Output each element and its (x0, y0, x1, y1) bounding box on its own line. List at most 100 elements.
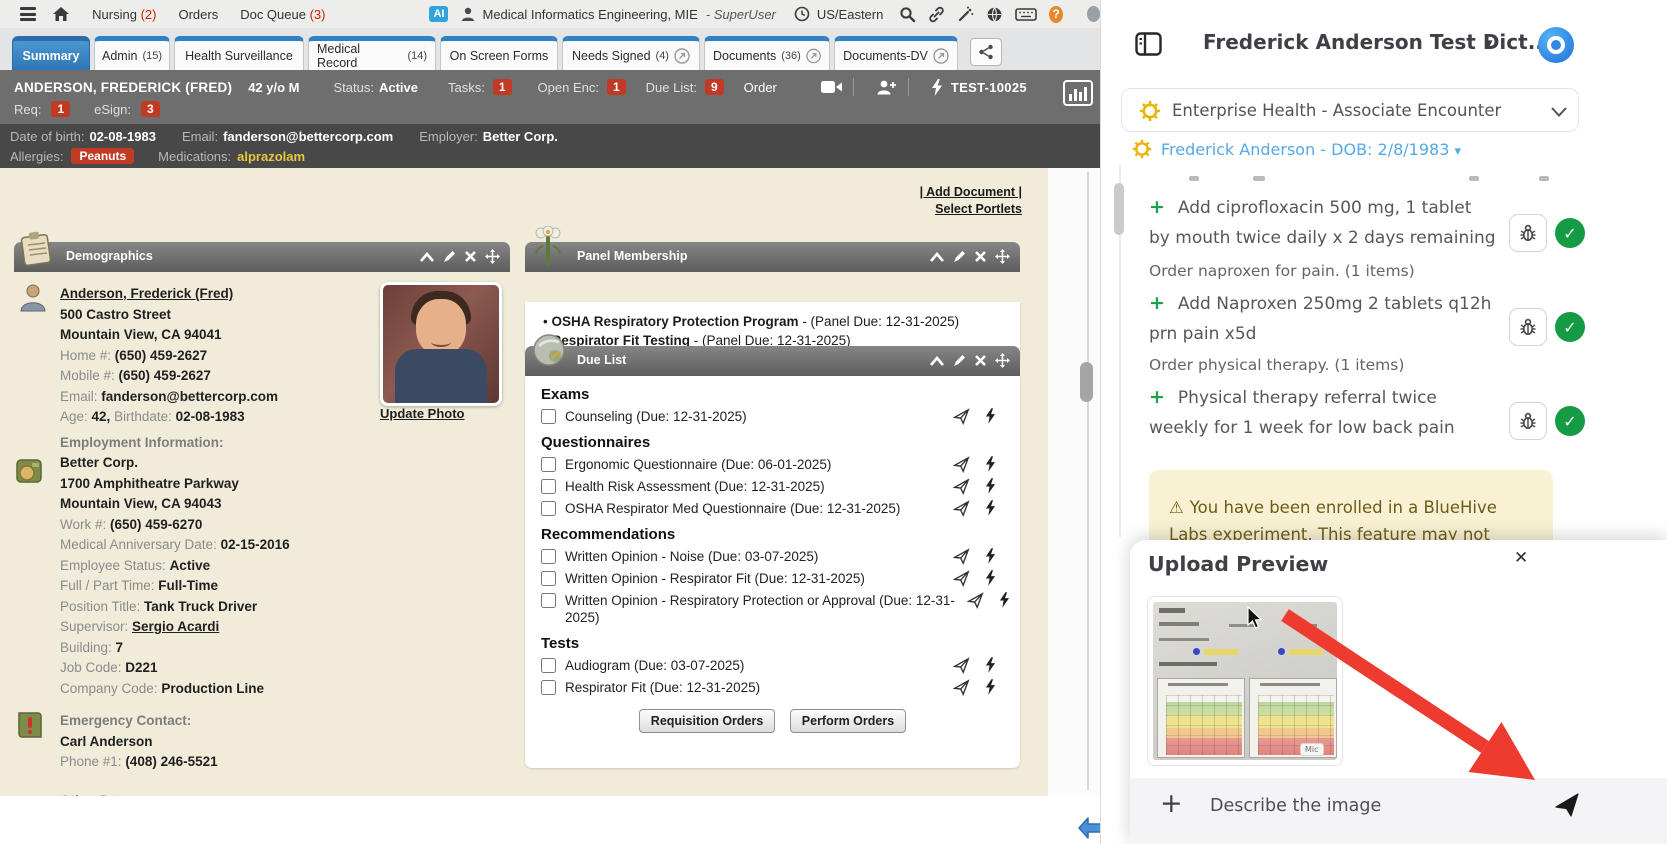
send-plane-icon[interactable] (953, 500, 970, 521)
upload-thumbnail[interactable]: Mic (1147, 596, 1343, 766)
bolt-icon[interactable] (985, 478, 996, 498)
panel-membership-header[interactable]: Panel Membership (525, 242, 1020, 272)
close-icon[interactable] (975, 251, 986, 262)
dictation-title[interactable]: Frederick Anderson Test Dict... (1203, 30, 1550, 54)
checkbox[interactable] (541, 571, 556, 586)
debug-order-button[interactable] (1509, 214, 1547, 252)
edit-pencil-icon[interactable] (953, 354, 966, 367)
add-person-icon[interactable] (876, 79, 898, 95)
home-icon[interactable] (52, 6, 70, 22)
due-list-label[interactable]: Due List: (646, 80, 697, 95)
close-icon[interactable]: ✕ (1514, 548, 1528, 568)
ehr-scrollbar-thumb[interactable] (1080, 362, 1093, 402)
medication-value[interactable]: alprazolam (237, 149, 305, 164)
move-icon[interactable] (485, 249, 500, 264)
external-link-icon[interactable] (933, 48, 949, 64)
req-badge[interactable]: 1 (51, 101, 70, 117)
add-order-icon[interactable]: + (1149, 196, 1165, 218)
perform-orders-button[interactable]: Perform Orders (790, 709, 906, 733)
ehr-scrollbar-track[interactable] (1087, 172, 1089, 790)
send-plane-icon[interactable] (953, 679, 970, 700)
collapse-icon[interactable] (930, 252, 944, 262)
send-plane-icon[interactable] (953, 570, 970, 591)
chevron-down-icon[interactable] (1550, 103, 1568, 122)
external-link-icon[interactable] (674, 48, 690, 64)
checkbox[interactable] (541, 680, 556, 695)
send-plane-icon[interactable] (967, 592, 984, 613)
link-icon[interactable] (928, 6, 945, 23)
esign-badge[interactable]: 3 (141, 101, 160, 117)
tab-documents[interactable]: Documents(36) (704, 36, 830, 70)
supervisor-link[interactable]: Sergio Acardi (132, 619, 219, 634)
send-plane-icon[interactable] (953, 456, 970, 477)
title-caret-icon[interactable]: ▾ (1485, 34, 1493, 52)
tab-summary[interactable]: Summary (12, 36, 90, 70)
clock-icon[interactable] (794, 6, 810, 22)
search-icon[interactable] (899, 6, 916, 23)
req-label[interactable]: Req: (14, 102, 41, 117)
due-list-header[interactable]: Due List (525, 346, 1020, 376)
checkbox[interactable] (541, 479, 556, 494)
bolt-icon[interactable] (985, 679, 996, 699)
edit-pencil-icon[interactable] (443, 250, 456, 263)
add-order-icon[interactable]: + (1149, 292, 1165, 314)
close-icon[interactable] (975, 355, 986, 366)
close-icon[interactable] (465, 251, 476, 262)
collapse-icon[interactable] (420, 252, 434, 262)
hamburger-menu-icon[interactable] (20, 7, 36, 21)
quick-action-bolt-icon[interactable] (931, 79, 943, 96)
bluehive-logo-icon[interactable] (1538, 27, 1574, 63)
tab-admin[interactable]: Admin(15) (94, 36, 170, 70)
open-enc-badge[interactable]: 1 (607, 79, 626, 95)
tab-health-surveillance[interactable]: Health Surveillance (174, 36, 304, 70)
order-link[interactable]: Order (744, 80, 777, 95)
checkbox[interactable] (541, 457, 556, 472)
edit-pencil-icon[interactable] (953, 250, 966, 263)
bolt-icon[interactable] (985, 456, 996, 476)
video-camera-icon[interactable] (821, 80, 843, 94)
bolt-icon[interactable] (985, 657, 996, 677)
checkbox[interactable] (541, 658, 556, 673)
demographics-header[interactable]: Demographics (14, 242, 510, 272)
send-plane-icon[interactable] (953, 408, 970, 429)
send-plane-icon[interactable] (953, 657, 970, 678)
collapse-icon[interactable] (930, 356, 944, 366)
send-button[interactable] (1554, 792, 1580, 822)
globe-icon[interactable] (986, 6, 1003, 23)
send-plane-icon[interactable] (953, 548, 970, 569)
checkbox[interactable] (541, 409, 556, 424)
tab-documents-dv[interactable]: Documents-DV (834, 36, 958, 70)
patient-name-link[interactable]: Anderson, Frederick (Fred) (60, 286, 233, 301)
checkbox[interactable] (541, 501, 556, 516)
tasks-badge[interactable]: 1 (493, 79, 512, 95)
keyboard-icon[interactable] (1015, 7, 1037, 22)
bolt-icon[interactable] (985, 548, 996, 568)
select-portlets-link[interactable]: Select Portlets (935, 202, 1022, 216)
esign-label[interactable]: eSign: (94, 102, 131, 117)
help-icon[interactable]: ? (1049, 6, 1063, 23)
tab-needs-signed[interactable]: Needs Signed(4) (562, 36, 700, 70)
chat-scrollbar-thumb[interactable] (1114, 183, 1124, 235)
requisition-orders-button[interactable]: Requisition Orders (639, 709, 776, 733)
menu-item-nursing[interactable]: Nursing (2) (92, 7, 156, 22)
describe-image-input[interactable]: Describe the image (1210, 796, 1381, 816)
bolt-icon[interactable] (985, 408, 996, 428)
allergy-badge[interactable]: Peanuts (71, 148, 134, 164)
menu-item-doc-queue[interactable]: Doc Queue (3) (240, 7, 325, 22)
ai-badge[interactable]: AI (429, 6, 448, 22)
patient-dob-link[interactable]: Frederick Anderson - DOB: 2/8/1983 ▾ (1161, 140, 1461, 159)
menu-item-orders[interactable]: Orders (178, 7, 218, 22)
open-enc-label[interactable]: Open Enc: (538, 80, 599, 95)
move-icon[interactable] (995, 353, 1010, 368)
update-photo-link[interactable]: Update Photo (380, 406, 465, 421)
add-order-icon[interactable]: + (1149, 386, 1165, 408)
debug-order-button[interactable] (1509, 402, 1547, 440)
chart-stats-icon[interactable] (1063, 80, 1093, 106)
panel-toggle-icon[interactable] (1135, 32, 1162, 60)
bolt-icon[interactable] (985, 500, 996, 520)
encounter-select[interactable]: Enterprise Health - Associate Encounter (1121, 88, 1579, 132)
bolt-icon[interactable] (985, 570, 996, 590)
portlet-settings-button[interactable] (970, 38, 1002, 66)
tasks-label[interactable]: Tasks: (448, 80, 485, 95)
tab-medical-record[interactable]: Medical Record(14) (308, 36, 436, 70)
